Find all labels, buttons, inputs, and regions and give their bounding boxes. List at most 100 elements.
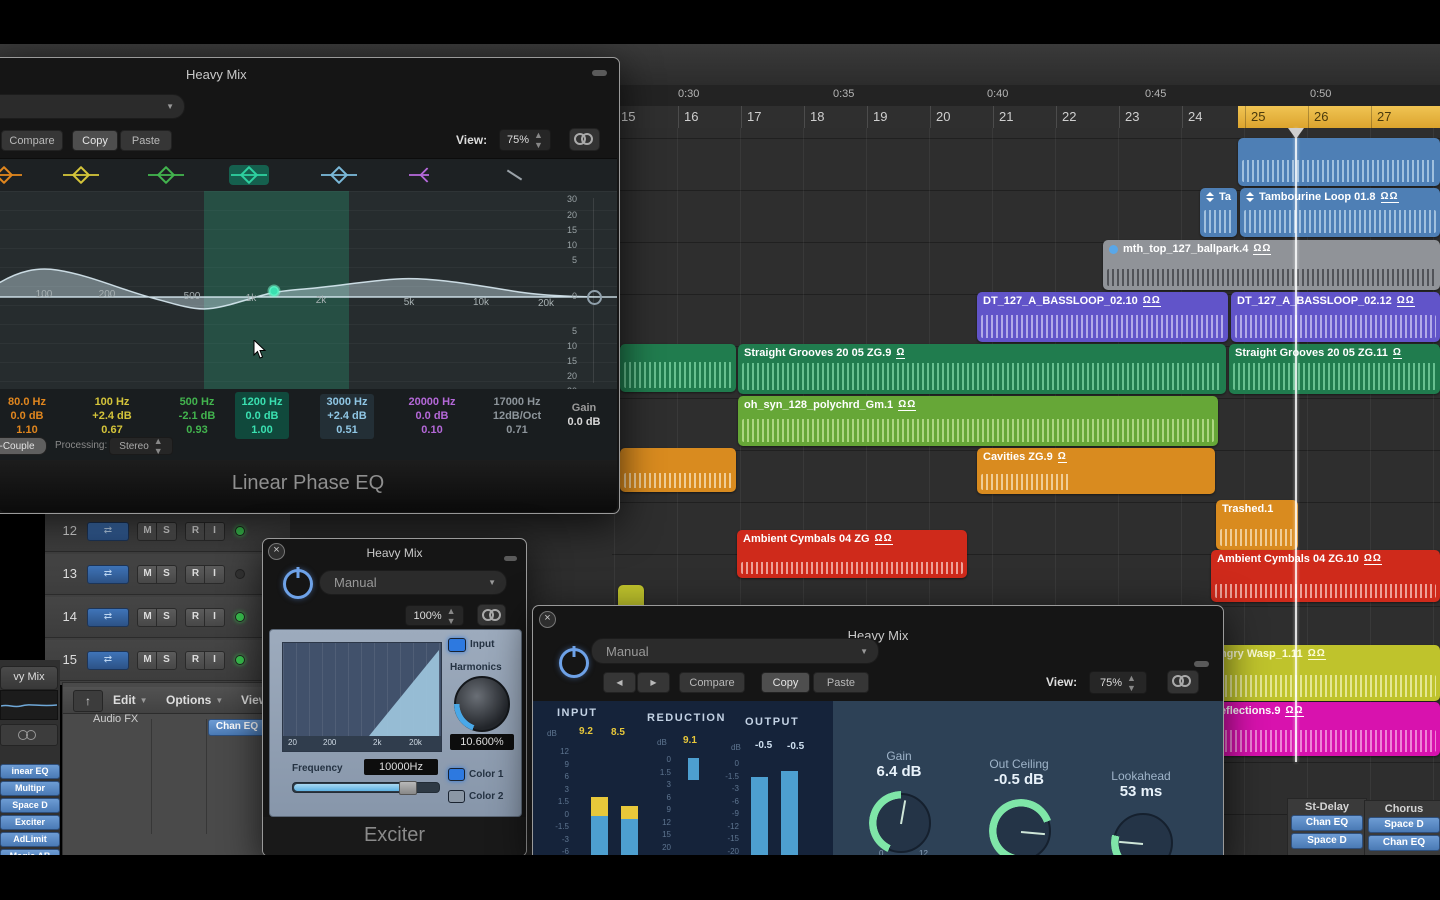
- band4-readout[interactable]: 1200 Hz0.0 dB1.00: [220, 395, 304, 437]
- record-button[interactable]: R: [185, 651, 206, 670]
- solo-button[interactable]: S: [156, 522, 177, 541]
- freeze-button[interactable]: ⇄: [87, 522, 129, 541]
- preset-dropdown[interactable]: Manual▼: [591, 638, 879, 664]
- power-button-icon[interactable]: [283, 569, 313, 599]
- link-icon[interactable]: [1167, 670, 1199, 694]
- region-trashed[interactable]: Trashed.1: [1216, 500, 1298, 550]
- channel-name-button[interactable]: vy Mix: [0, 666, 58, 690]
- region-audio[interactable]: [1238, 138, 1440, 186]
- master-gain-readout[interactable]: Gain0.0 dB: [552, 401, 616, 429]
- freeze-button[interactable]: ⇄: [87, 565, 129, 584]
- link-icon[interactable]: [569, 128, 600, 151]
- strip-name[interactable]: Chorus: [1368, 803, 1440, 815]
- insert-slot[interactable]: Space D: [1291, 833, 1363, 849]
- playhead-marker[interactable]: [1288, 128, 1304, 139]
- region-mth-top[interactable]: mth_top_127_ballpark.4ΩΩ: [1103, 240, 1440, 290]
- track-header-13[interactable]: 13 ⇄ M S R I: [45, 554, 290, 595]
- mute-button[interactable]: M: [137, 651, 158, 670]
- band1-bell-icon[interactable]: [0, 165, 24, 185]
- menu-edit[interactable]: Edit▼: [113, 690, 148, 710]
- minimize-pill[interactable]: [1194, 661, 1209, 667]
- record-button[interactable]: R: [185, 608, 206, 627]
- region-oh-syn[interactable]: oh_syn_128_polychrd_Gm.1ΩΩ: [738, 396, 1218, 446]
- region-angry-wasp[interactable]: Angry Wasp_1.11ΩΩ: [1206, 645, 1440, 701]
- preset-dropdown[interactable]: Manual▼: [319, 570, 507, 595]
- mute-button[interactable]: M: [137, 608, 158, 627]
- region-ta[interactable]: Ta: [1200, 188, 1237, 237]
- minimize-pill[interactable]: [504, 556, 517, 561]
- band5-readout[interactable]: 3000 Hz+2.4 dB0.51: [305, 395, 389, 437]
- band7-readout[interactable]: 17000 Hz12dB/Oct0.71: [475, 395, 559, 437]
- freeze-button[interactable]: ⇄: [87, 608, 129, 627]
- view-zoom-stepper[interactable]: 75%▲▼: [1089, 671, 1147, 694]
- band4-control-point[interactable]: [269, 286, 279, 296]
- menu-options[interactable]: Options▼: [166, 690, 223, 710]
- insert-slot[interactable]: Chan EQ: [1368, 835, 1440, 851]
- eq-thumbnail[interactable]: [0, 690, 58, 720]
- lookahead-knob[interactable]: [1113, 813, 1173, 859]
- wet-dry-stepper[interactable]: 100%▲▼: [405, 605, 464, 626]
- band5-bell-icon[interactable]: [319, 165, 359, 185]
- solo-button[interactable]: S: [156, 651, 177, 670]
- view-zoom-stepper[interactable]: 75%▲▼: [499, 129, 551, 151]
- power-button-icon[interactable]: [559, 648, 589, 678]
- mute-button[interactable]: M: [137, 565, 158, 584]
- bar-ruler[interactable]: 15161718192021222324252627: [612, 106, 1440, 129]
- paste-button[interactable]: Paste: [120, 130, 172, 151]
- insert-slot[interactable]: inear EQ: [0, 764, 60, 779]
- band1-readout[interactable]: 80.0 Hz0.0 dB1.10: [0, 395, 69, 437]
- color1-led-button[interactable]: [448, 768, 465, 781]
- time-ruler[interactable]: 0:30 0:35 0:40 0:45 0:50: [612, 85, 1440, 107]
- freeze-button[interactable]: ⇄: [87, 651, 129, 670]
- frequency-slider[interactable]: [292, 782, 440, 793]
- region-audio[interactable]: [620, 344, 736, 392]
- paste-button[interactable]: Paste: [813, 672, 869, 693]
- solo-button[interactable]: S: [156, 608, 177, 627]
- track-header-14[interactable]: 14 ⇄ M S R I: [45, 597, 290, 638]
- back-arrow-button[interactable]: ↑: [73, 690, 103, 712]
- close-icon[interactable]: ×: [539, 611, 556, 628]
- region-audio[interactable]: [620, 448, 736, 492]
- band6-shelf-icon[interactable]: [407, 165, 447, 185]
- insert-slot[interactable]: Space D: [1368, 817, 1440, 833]
- copy-button[interactable]: Copy: [72, 130, 118, 151]
- prev-preset-button[interactable]: ◀: [603, 672, 636, 693]
- insert-slot[interactable]: Multipr: [0, 781, 60, 796]
- insert-slot-list[interactable]: inear EQMultiprSpace DExciterAdLimitMagi…: [0, 764, 60, 864]
- gain-slider-handle[interactable]: [587, 290, 602, 305]
- slider-thumb[interactable]: [399, 781, 417, 795]
- gain-knob[interactable]: [871, 793, 931, 853]
- record-button[interactable]: R: [185, 522, 206, 541]
- playhead[interactable]: [1295, 128, 1297, 762]
- region-ambient-cymbals-10[interactable]: Ambient Cymbals 04 ZG.10ΩΩ: [1211, 550, 1440, 602]
- region-tambourine-loop[interactable]: Tambourine Loop 01.8ΩΩ: [1240, 188, 1440, 237]
- stereo-format-button[interactable]: [0, 724, 58, 746]
- link-icon[interactable]: [477, 604, 506, 626]
- region-cavities[interactable]: Cavities ZG.9Ω: [977, 448, 1215, 494]
- copy-button[interactable]: Copy: [761, 672, 810, 693]
- track-header-15[interactable]: 15 ⇄ M S R I: [45, 640, 290, 681]
- band7-lowpass-icon[interactable]: [494, 165, 534, 185]
- band3-bell-icon[interactable]: [146, 165, 186, 185]
- processing-dropdown[interactable]: Stereo▲▼: [109, 437, 173, 455]
- input-monitor-button[interactable]: I: [204, 651, 225, 670]
- next-preset-button[interactable]: ▶: [637, 672, 670, 693]
- insert-slot[interactable]: Space D: [0, 798, 60, 813]
- region-bassloop-12[interactable]: DT_127_A_BASSLOOP_02.12ΩΩ: [1231, 292, 1440, 342]
- insert-slot[interactable]: AdLimit: [0, 832, 60, 847]
- chan-eq-slot[interactable]: Chan EQ: [208, 719, 266, 736]
- insert-slot[interactable]: Exciter: [0, 815, 60, 830]
- band2-bell-icon[interactable]: [61, 165, 101, 185]
- region-reflections[interactable]: Reflections.9ΩΩ: [1206, 702, 1440, 756]
- strip-inserts[interactable]: Space D Chan EQ: [1368, 817, 1440, 851]
- compare-button[interactable]: Compare: [1, 130, 63, 151]
- color2-led-button[interactable]: [448, 790, 465, 803]
- input-monitor-button[interactable]: I: [204, 522, 225, 541]
- strip-inserts[interactable]: Chan EQSpace D: [1291, 815, 1363, 849]
- input-led-button[interactable]: [448, 638, 466, 652]
- region-straight-grooves-11[interactable]: Straight Grooves 20 05 ZG.11Ω: [1229, 344, 1440, 394]
- record-button[interactable]: R: [185, 565, 206, 584]
- track-header-12[interactable]: 12 ⇄ M S R I: [45, 511, 290, 552]
- mute-button[interactable]: M: [137, 522, 158, 541]
- solo-button[interactable]: S: [156, 565, 177, 584]
